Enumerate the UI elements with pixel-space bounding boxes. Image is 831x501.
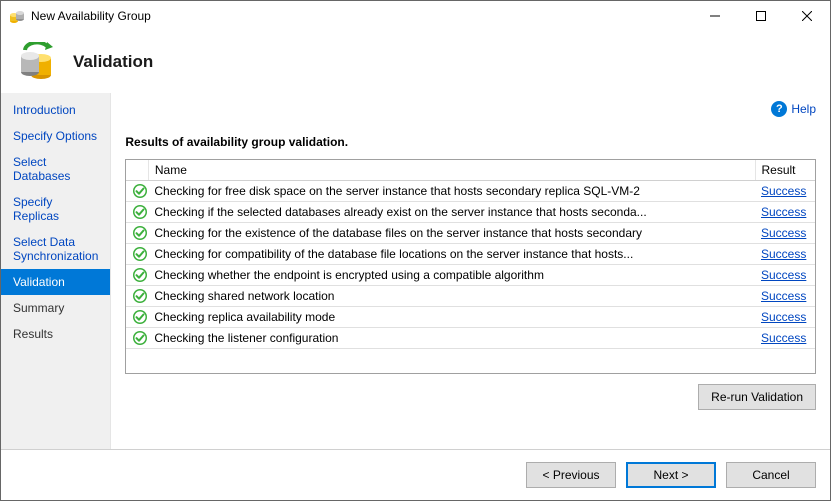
success-icon [126,265,148,286]
window-title: New Availability Group [31,9,151,23]
sidebar-item-select-databases[interactable]: Select Databases [1,149,110,189]
cancel-button[interactable]: Cancel [726,462,816,488]
check-name: Checking for the existence of the databa… [148,223,755,244]
success-icon [126,202,148,223]
result-link[interactable]: Success [761,331,806,345]
rerun-validation-button[interactable]: Re-run Validation [698,384,816,410]
check-name: Checking for compatibility of the databa… [148,244,755,265]
help-link[interactable]: ? Help [771,101,816,117]
table-row[interactable]: Checking for free disk space on the serv… [126,181,815,202]
sidebar-item-validation[interactable]: Validation [1,269,110,295]
success-icon [126,181,148,202]
footer: < Previous Next > Cancel [1,449,830,500]
validation-grid: Name Result Checking for free disk space… [125,159,816,374]
page-title: Validation [73,52,153,72]
help-label: Help [791,102,816,116]
grid-header-row: Name Result [126,160,815,181]
check-name: Checking replica availability mode [148,307,755,328]
result-link[interactable]: Success [761,268,806,282]
success-icon [126,244,148,265]
check-name: Checking for free disk space on the serv… [148,181,755,202]
success-icon [126,307,148,328]
dialog-window: New Availability Group Validation [0,0,831,501]
table-row[interactable]: Checking for compatibility of the databa… [126,244,815,265]
result-link[interactable]: Success [761,226,806,240]
result-cell: Success [755,307,815,328]
col-header-result[interactable]: Result [755,160,815,181]
result-link[interactable]: Success [761,310,806,324]
body: IntroductionSpecify OptionsSelect Databa… [1,93,830,449]
table-row[interactable]: Checking the listener configuration Succe… [126,328,815,349]
success-icon [126,223,148,244]
results-heading: Results of availability group validation… [125,135,816,149]
col-header-name[interactable]: Name [148,160,755,181]
content-pane: ? Help Results of availability group val… [111,93,830,449]
sidebar-item-select-data-synchronization[interactable]: Select Data Synchronization [1,229,110,269]
result-cell: Success [755,265,815,286]
table-row[interactable]: Checking for the existence of the databa… [126,223,815,244]
col-header-icon[interactable] [126,160,148,181]
result-link[interactable]: Success [761,205,806,219]
sidebar-item-introduction[interactable]: Introduction [1,97,110,123]
check-name: Checking if the selected databases alrea… [148,202,755,223]
result-link[interactable]: Success [761,289,806,303]
sidebar-item-results[interactable]: Results [1,321,110,347]
minimize-button[interactable] [692,1,738,31]
success-icon [126,286,148,307]
titlebar: New Availability Group [1,1,830,31]
result-cell: Success [755,202,815,223]
rerun-row: Re-run Validation [125,384,816,410]
sidebar-item-specify-replicas[interactable]: Specify Replicas [1,189,110,229]
result-cell: Success [755,244,815,265]
help-icon: ? [771,101,787,117]
result-cell: Success [755,181,815,202]
close-button[interactable] [784,1,830,31]
wizard-icon [17,42,57,82]
next-button[interactable]: Next > [626,462,716,488]
table-row[interactable]: Checking whether the endpoint is encrypt… [126,265,815,286]
result-cell: Success [755,328,815,349]
result-cell: Success [755,286,815,307]
table-row[interactable]: Checking replica availability mode Succes… [126,307,815,328]
table-row[interactable]: Checking shared network location Success [126,286,815,307]
table-row[interactable]: Checking if the selected databases alrea… [126,202,815,223]
result-link[interactable]: Success [761,184,806,198]
header-panel: Validation [1,31,830,93]
sidebar: IntroductionSpecify OptionsSelect Databa… [1,93,111,449]
result-link[interactable]: Success [761,247,806,261]
sidebar-item-summary[interactable]: Summary [1,295,110,321]
check-name: Checking the listener configuration [148,328,755,349]
maximize-button[interactable] [738,1,784,31]
success-icon [126,328,148,349]
sidebar-item-specify-options[interactable]: Specify Options [1,123,110,149]
app-icon [9,8,25,24]
result-cell: Success [755,223,815,244]
grid-padding-row [126,349,815,373]
check-name: Checking shared network location [148,286,755,307]
previous-button[interactable]: < Previous [526,462,616,488]
check-name: Checking whether the endpoint is encrypt… [148,265,755,286]
